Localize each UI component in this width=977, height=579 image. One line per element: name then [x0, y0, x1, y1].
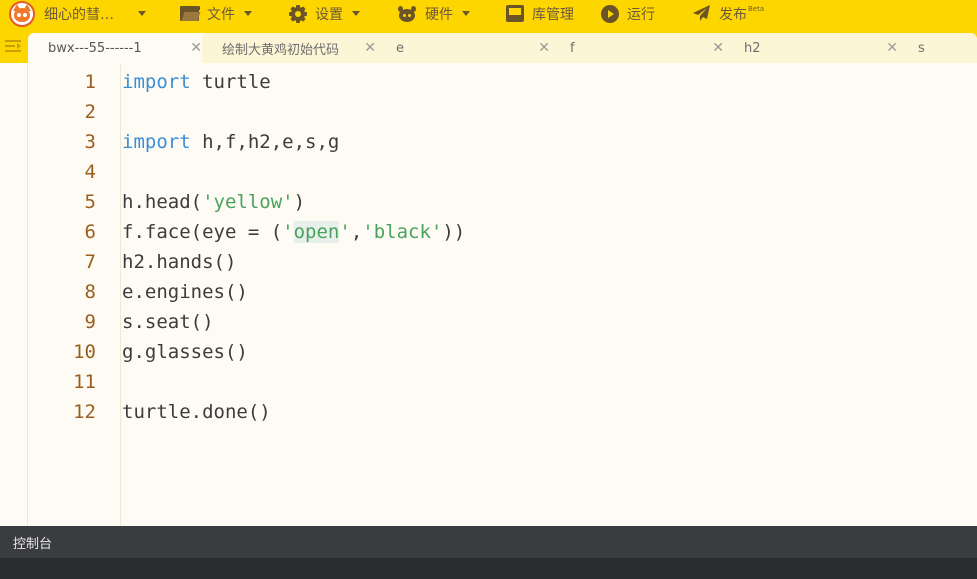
run-label: 运行 — [627, 6, 655, 23]
tab-s[interactable]: s — [898, 33, 977, 63]
close-icon[interactable]: ✕ — [538, 40, 550, 56]
line-number: 7 — [84, 251, 96, 273]
publish-label: 发布 — [719, 6, 747, 23]
line-number: 11 — [73, 371, 96, 393]
left-sidebar — [0, 63, 28, 526]
line-number: 4 — [84, 161, 96, 183]
line-number: 12 — [73, 401, 96, 423]
console-header[interactable]: 控制台 — [0, 526, 977, 558]
code-line[interactable]: s.seat() — [122, 307, 977, 337]
code-line[interactable] — [122, 157, 977, 187]
close-icon[interactable]: ✕ — [712, 40, 724, 56]
close-icon[interactable]: ✕ — [190, 40, 202, 56]
line-number: 3 — [84, 131, 96, 153]
publish-button[interactable]: 发布 Beta — [693, 0, 764, 27]
beta-badge: Beta — [748, 4, 765, 13]
console-output[interactable] — [0, 558, 977, 579]
tab-e[interactable]: e ✕ — [376, 33, 560, 63]
folder-icon — [180, 6, 201, 21]
chevron-down-icon — [244, 11, 252, 16]
paper-plane-icon — [693, 5, 711, 22]
tab-label: e — [396, 40, 404, 56]
run-button[interactable]: 运行 — [601, 0, 655, 27]
line-number: 6 — [84, 221, 96, 243]
menu-bar: 细心的彗… 文件 设置 硬件 库管理 运行 发布 Beta — [0, 0, 977, 27]
tab-label: bwx---55------1 — [48, 40, 142, 56]
code-line[interactable]: f.face(eye = ('open','black')) — [122, 217, 977, 247]
line-number: 2 — [84, 101, 96, 123]
code-line[interactable]: h.head('yellow') — [122, 187, 977, 217]
file-menu[interactable]: 文件 — [180, 0, 252, 27]
code-line[interactable] — [122, 97, 977, 127]
play-icon — [601, 4, 619, 23]
tab-strip: bwx---55------1 ✕ 绘制大黄鸡初始代码 ✕ e ✕ f ✕ h2… — [28, 33, 977, 63]
file-menu-label: 文件 — [207, 6, 235, 23]
code-line[interactable]: h2.hands() — [122, 247, 977, 277]
line-number: 10 — [73, 341, 96, 363]
tab-bwx-55-1[interactable]: bwx---55------1 ✕ — [28, 33, 212, 63]
sidebar-toggle-icon[interactable] — [5, 40, 21, 54]
code-area[interactable]: import turtle import h,f,h2,e,s,g h.head('… — [122, 67, 977, 427]
code-line[interactable]: e.engines() — [122, 277, 977, 307]
tab-draw-chicken[interactable]: 绘制大黄鸡初始代码 ✕ — [202, 33, 386, 63]
code-line[interactable]: g.glasses() — [122, 337, 977, 367]
tab-label: f — [570, 40, 575, 56]
library-manager-menu[interactable]: 库管理 — [506, 0, 574, 27]
settings-menu-label: 设置 — [315, 6, 343, 23]
app-logo-icon[interactable] — [9, 1, 35, 27]
gear-icon — [289, 4, 307, 23]
library-manager-label: 库管理 — [532, 6, 574, 23]
chevron-down-icon — [462, 11, 470, 16]
line-number: 1 — [84, 71, 96, 93]
hardware-menu[interactable]: 硬件 — [397, 0, 470, 27]
project-menu[interactable]: 细心的彗… — [44, 0, 146, 27]
code-line[interactable] — [122, 367, 977, 397]
code-line[interactable]: import h,f,h2,e,s,g — [122, 127, 977, 157]
close-icon[interactable]: ✕ — [364, 40, 376, 56]
close-icon[interactable]: ✕ — [886, 40, 898, 56]
tray-icon — [506, 5, 524, 22]
tab-h2[interactable]: h2 ✕ — [724, 33, 908, 63]
tab-label: h2 — [744, 40, 761, 56]
hardware-menu-label: 硬件 — [425, 6, 453, 23]
code-editor[interactable]: 1 2 3 4 5 6 7 8 9 10 11 12 import turtle… — [0, 63, 977, 526]
tab-label: 绘制大黄鸡初始代码 — [222, 42, 340, 58]
tab-bar: bwx---55------1 ✕ 绘制大黄鸡初始代码 ✕ e ✕ f ✕ h2… — [0, 27, 977, 63]
tab-label: s — [918, 40, 925, 56]
code-line[interactable]: import turtle — [122, 67, 977, 97]
line-number: 8 — [84, 281, 96, 303]
chevron-down-icon — [138, 11, 146, 16]
tab-f[interactable]: f ✕ — [550, 33, 734, 63]
settings-menu[interactable]: 设置 — [289, 0, 360, 27]
chevron-down-icon — [352, 11, 360, 16]
line-number: 9 — [84, 311, 96, 333]
robot-icon — [397, 5, 417, 23]
line-number-gutter: 1 2 3 4 5 6 7 8 9 10 11 12 — [28, 67, 96, 427]
console-title: 控制台 — [13, 536, 53, 552]
project-name: 细心的彗… — [44, 6, 114, 23]
gutter-divider — [120, 63, 121, 526]
line-number: 5 — [84, 191, 96, 213]
code-line[interactable]: turtle.done() — [122, 397, 977, 427]
